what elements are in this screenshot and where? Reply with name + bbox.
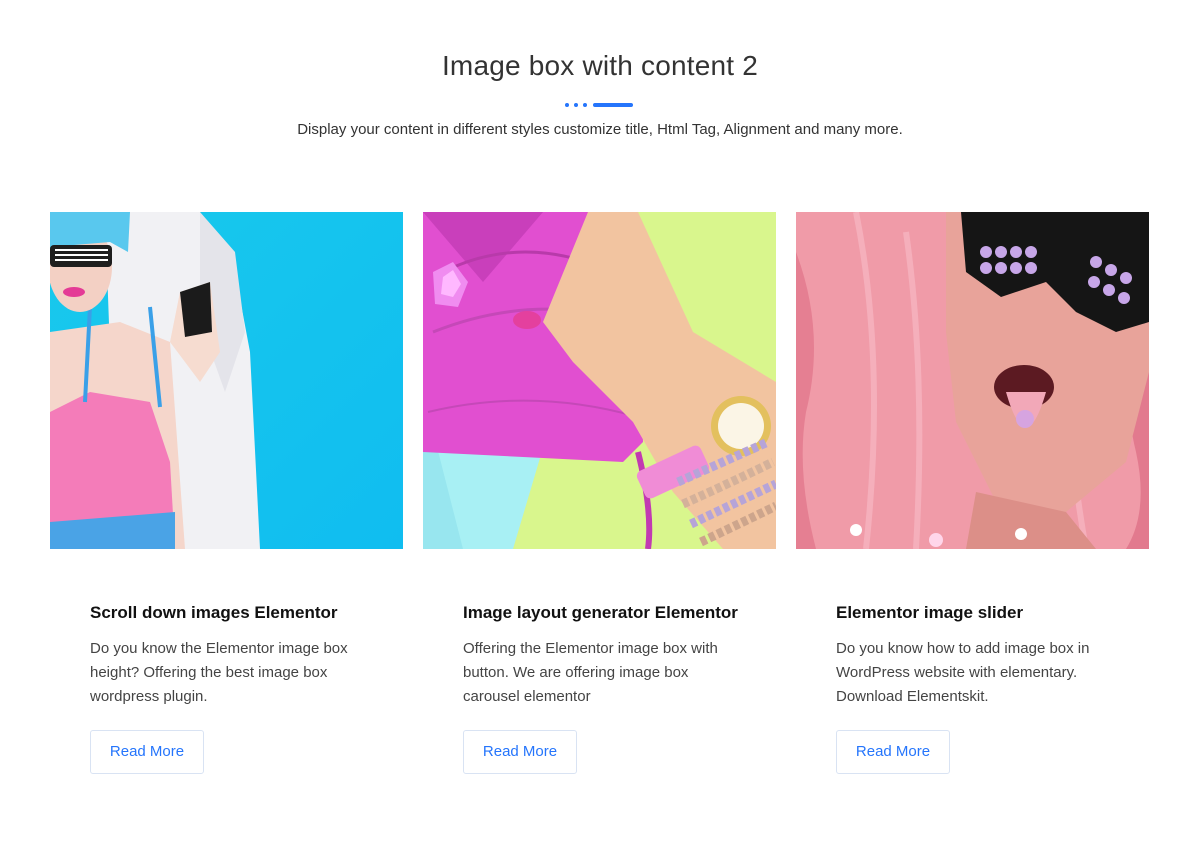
- card-text: Do you know how to add image box in Word…: [836, 640, 1090, 705]
- card-image: [50, 212, 403, 549]
- card-body: Scroll down images Elementor Do you know…: [90, 602, 370, 774]
- read-more-button[interactable]: Read More: [463, 730, 577, 774]
- section-title: Image box with content 2: [441, 50, 759, 81]
- divider-dot: [565, 103, 569, 107]
- card-image: [423, 212, 776, 549]
- card-body: Elementor image slider Do you know how t…: [836, 602, 1116, 774]
- image-box-card: Elementor image slider Do you know how t…: [796, 212, 1149, 774]
- card-body: Image layout generator Elementor Offerin…: [463, 602, 743, 774]
- card-title: Scroll down images Elementor: [90, 603, 338, 622]
- image-box-card: Image layout generator Elementor Offerin…: [423, 212, 776, 774]
- divider-dot: [574, 103, 578, 107]
- card-title: Elementor image slider: [836, 603, 1024, 622]
- card-image: [796, 212, 1149, 549]
- divider-dot: [583, 103, 587, 107]
- card-text: Offering the Elementor image box with bu…: [463, 640, 718, 705]
- read-more-button[interactable]: Read More: [90, 730, 204, 774]
- card-text: Do you know the Elementor image box heig…: [90, 640, 348, 705]
- woman-blue-wig-image: [50, 212, 403, 549]
- pink-hair-sunglasses-image: [796, 212, 1149, 549]
- section-subtitle: Display your content in different styles…: [297, 121, 903, 138]
- card-title: Image layout generator Elementor: [463, 603, 738, 622]
- read-more-button[interactable]: Read More: [836, 730, 950, 774]
- pink-clutch-image: [423, 212, 776, 549]
- image-box-card: Scroll down images Elementor Do you know…: [50, 212, 403, 774]
- divider-bar: [593, 103, 633, 107]
